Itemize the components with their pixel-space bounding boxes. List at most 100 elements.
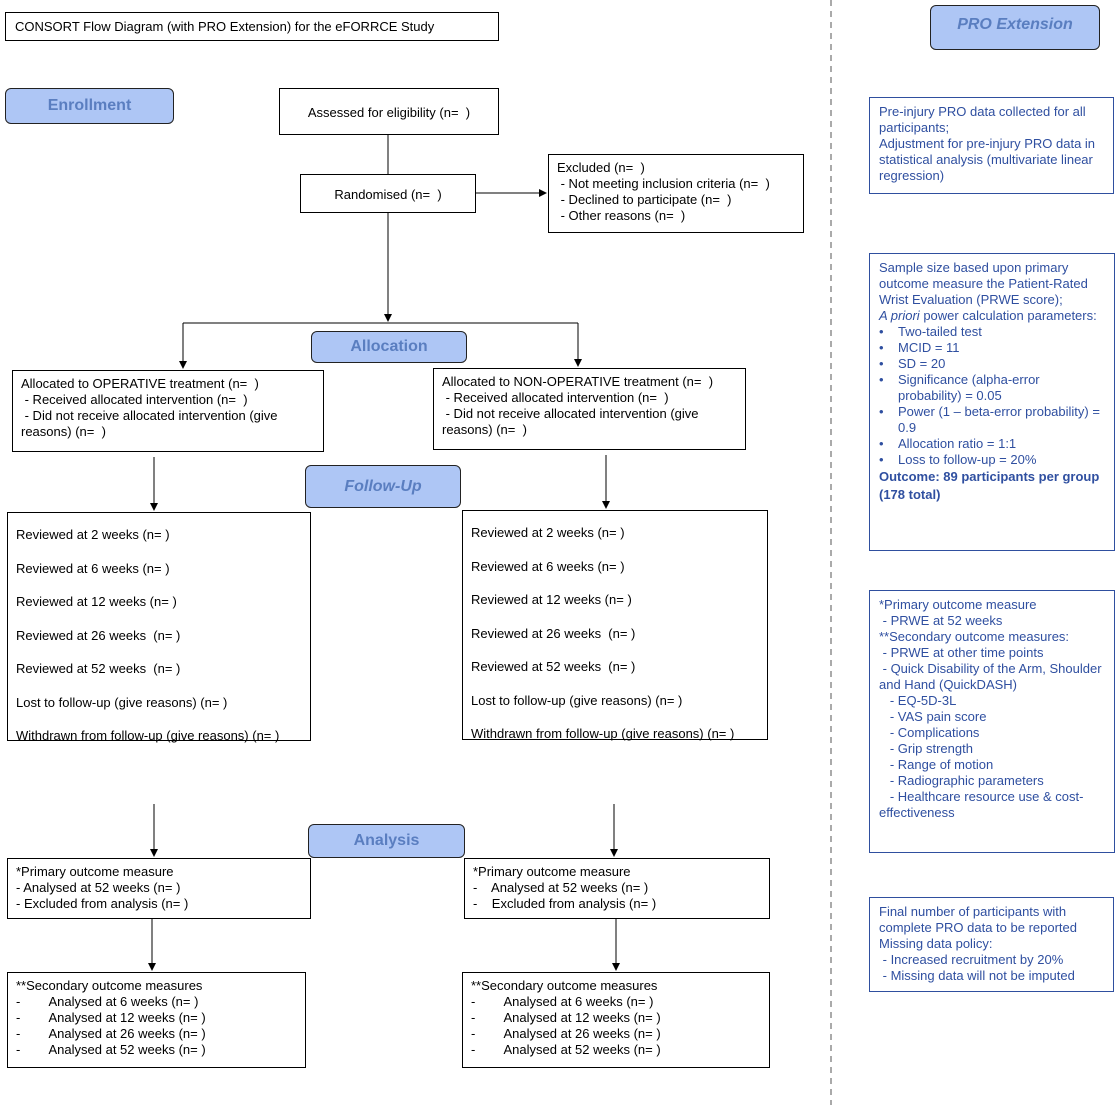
pro-bullet-item: • SD = 20: [879, 356, 1105, 372]
box-line: reasons) (n= ): [442, 422, 527, 437]
box-line: Allocated to OPERATIVE treatment (n= ): [21, 376, 259, 391]
bullet-text: MCID = 11: [898, 340, 960, 355]
box-allocated-nonoperative: Allocated to NON-OPERATIVE treatment (n=…: [433, 368, 746, 450]
box-primary-outcome-operative: *Primary outcome measure - Analysed at 52…: [7, 858, 311, 919]
box-line: - Analysed at 52 weeks (n= ): [16, 1042, 206, 1057]
box-secondary-outcome-operative: **Secondary outcome measures - Analysed a…: [7, 972, 306, 1068]
box-line: Reviewed at 2 weeks (n= ): [471, 525, 625, 540]
box-line: - Excluded from analysis (n= ): [473, 896, 657, 911]
pro-line: **Secondary outcome measures:: [879, 629, 1070, 644]
box-line: - Analysed at 6 weeks (n= ): [16, 994, 199, 1009]
bullet-icon: •: [879, 436, 884, 451]
pro-line: - Missing data will not be imputed: [879, 968, 1075, 983]
box-line: - Received allocated intervention (n= ): [442, 390, 669, 405]
box-line: - Analysed at 6 weeks (n= ): [471, 994, 654, 1009]
sample-size-outcome: Outcome: 89 participants per group (178 …: [879, 469, 1103, 502]
pro-line: *Primary outcome measure: [879, 597, 1037, 612]
box-line: - Analysed at 26 weeks (n= ): [471, 1026, 661, 1041]
box-line: - Excluded from analysis (n= ): [16, 896, 189, 911]
pro-line: - Grip strength: [879, 741, 973, 756]
bullet-text: SD = 20: [898, 356, 946, 371]
box-line: - Analysed at 52 weeks (n= ): [16, 880, 181, 895]
pro-line: - Range of motion: [879, 757, 994, 772]
bullet-text: Two-tailed test: [898, 324, 982, 339]
box-line: - Analysed at 12 weeks (n= ): [16, 1010, 206, 1025]
pro-bullet-item: • Loss to follow-up = 20%: [879, 452, 1105, 468]
pro-line: - Radiographic parameters: [879, 773, 1044, 788]
box-allocated-operative: Allocated to OPERATIVE treatment (n= ) -…: [12, 370, 324, 452]
bullet-text: Loss to follow-up = 20%: [898, 452, 1037, 467]
box-line: - Did not receive allocated intervention…: [442, 406, 699, 421]
box-line: - Analysed at 12 weeks (n= ): [471, 1010, 661, 1025]
pro-box-baseline: Pre-injury PRO data collected for all pa…: [869, 97, 1114, 194]
pro-bullet-item: • Allocation ratio = 1:1: [879, 436, 1105, 452]
box-line: Reviewed at 6 weeks (n= ): [471, 558, 625, 574]
box-line: Excluded (n= ): [557, 160, 645, 175]
box-line: Lost to follow-up (give reasons) (n= ): [471, 692, 683, 708]
box-line: - Analysed at 52 weeks (n= ): [471, 1042, 661, 1057]
pro-line: - Complications: [879, 725, 980, 740]
pro-bullet-item: • Two-tailed test: [879, 324, 1105, 340]
consort-diagram: CONSORT Flow Diagram (with PRO Extension…: [0, 0, 1115, 1109]
bullet-text: Significance (alpha-error probability) =…: [898, 372, 1040, 403]
pro-line: - PRWE at other time points: [879, 645, 1044, 660]
pro-bullet-item: • Power (1 – beta-error probability) = 0.…: [879, 404, 1105, 436]
box-line: Reviewed at 2 weeks (n= ): [16, 527, 170, 542]
pro-line: - PRWE at 52 weeks: [879, 613, 1003, 628]
box-randomised: Randomised (n= ): [300, 174, 476, 213]
pro-bullet-item: • Significance (alpha-error probability) …: [879, 372, 1105, 404]
pro-line: Adjustment for pre-injury PRO data in st…: [879, 136, 1099, 183]
box-line: Reviewed at 52 weeks (n= ): [16, 661, 181, 676]
bullet-icon: •: [879, 324, 884, 339]
bullet-icon: •: [879, 340, 884, 355]
bullet-icon: •: [879, 452, 884, 467]
pro-line: Pre-injury PRO data collected for all pa…: [879, 104, 1090, 135]
box-line: *Primary outcome measure: [473, 864, 631, 879]
box-line: **Secondary outcome measures: [16, 978, 203, 993]
box-line: Reviewed at 12 weeks (n= ): [16, 594, 177, 609]
box-line: - Received allocated intervention (n= ): [21, 392, 248, 407]
pro-box-sample-size: Sample size based upon primary outcome m…: [869, 253, 1115, 551]
pro-box-outcome-measures: *Primary outcome measure - PRWE at 52 we…: [869, 590, 1115, 853]
sample-size-intro: Sample size based upon primary outcome m…: [879, 260, 1092, 307]
box-follow-up-nonoperative: Reviewed at 2 weeks (n= ) Reviewed at 6 w…: [462, 510, 768, 741]
pro-box-missing-data: Final number of participants with comple…: [869, 897, 1114, 992]
bullet-icon: •: [879, 356, 884, 371]
box-line: Allocated to NON-OPERATIVE treatment (n=…: [442, 374, 714, 389]
box-line: - Analysed at 52 weeks (n= ): [473, 880, 649, 895]
bullet-icon: •: [879, 372, 884, 387]
box-line: **Secondary outcome measures: [471, 978, 658, 993]
box-line: - Other reasons (n= ): [557, 208, 686, 223]
box-line: - Not meeting inclusion criteria (n= ): [557, 176, 770, 191]
box-secondary-outcome-nonoperative: **Secondary outcome measures - Analysed a…: [462, 972, 770, 1068]
box-line: - Analysed at 26 weeks (n= ): [16, 1026, 206, 1041]
bullet-icon: •: [879, 404, 884, 419]
box-line: - Did not receive allocated intervention…: [21, 408, 278, 423]
pro-line: Missing data policy:: [879, 936, 993, 951]
box-line: - Declined to participate (n= ): [557, 192, 732, 207]
box-line: reasons) (n= ): [21, 424, 106, 439]
box-line: Withdrawn from follow-up (give reasons) …: [471, 726, 735, 741]
box-line: Randomised (n= ): [334, 186, 442, 202]
box-line: Lost to follow-up (give reasons) (n= ): [16, 694, 228, 710]
box-line: Reviewed at 6 weeks (n= ): [16, 560, 170, 576]
pro-line: - Quick Disability of the Arm, Shoulder …: [879, 661, 1106, 692]
bullet-text: Power (1 – beta-error probability) = 0.9: [898, 404, 1100, 435]
box-line: *Primary outcome measure: [16, 864, 174, 879]
box-primary-outcome-nonoperative: *Primary outcome measure - Analysed at 52…: [464, 858, 770, 919]
pro-line: - VAS pain score: [879, 709, 987, 724]
box-assessed-eligibility: Assessed for eligibility (n= ): [279, 88, 499, 135]
box-line: Reviewed at 26 weeks (n= ): [16, 627, 181, 643]
box-line: Reviewed at 52 weeks (n= ): [471, 659, 636, 674]
box-line: Reviewed at 12 weeks (n= ): [471, 592, 632, 607]
box-line: Withdrawn from follow-up (give reasons) …: [16, 728, 280, 743]
bullet-text: Allocation ratio = 1:1: [898, 436, 1017, 451]
pro-line: Final number of participants with comple…: [879, 904, 1078, 935]
pro-line: - EQ-5D-3L: [879, 693, 957, 708]
box-line: Reviewed at 26 weeks (n= ): [471, 625, 636, 641]
pro-line: - Healthcare resource use & cost-effecti…: [879, 789, 1084, 820]
apriori-line: A priori power calculation parameters:: [879, 308, 1097, 323]
pro-line: - Increased recruitment by 20%: [879, 952, 1064, 967]
pro-bullet-item: • MCID = 11: [879, 340, 1105, 356]
box-follow-up-operative: Reviewed at 2 weeks (n= ) Reviewed at 6 w…: [7, 512, 311, 743]
